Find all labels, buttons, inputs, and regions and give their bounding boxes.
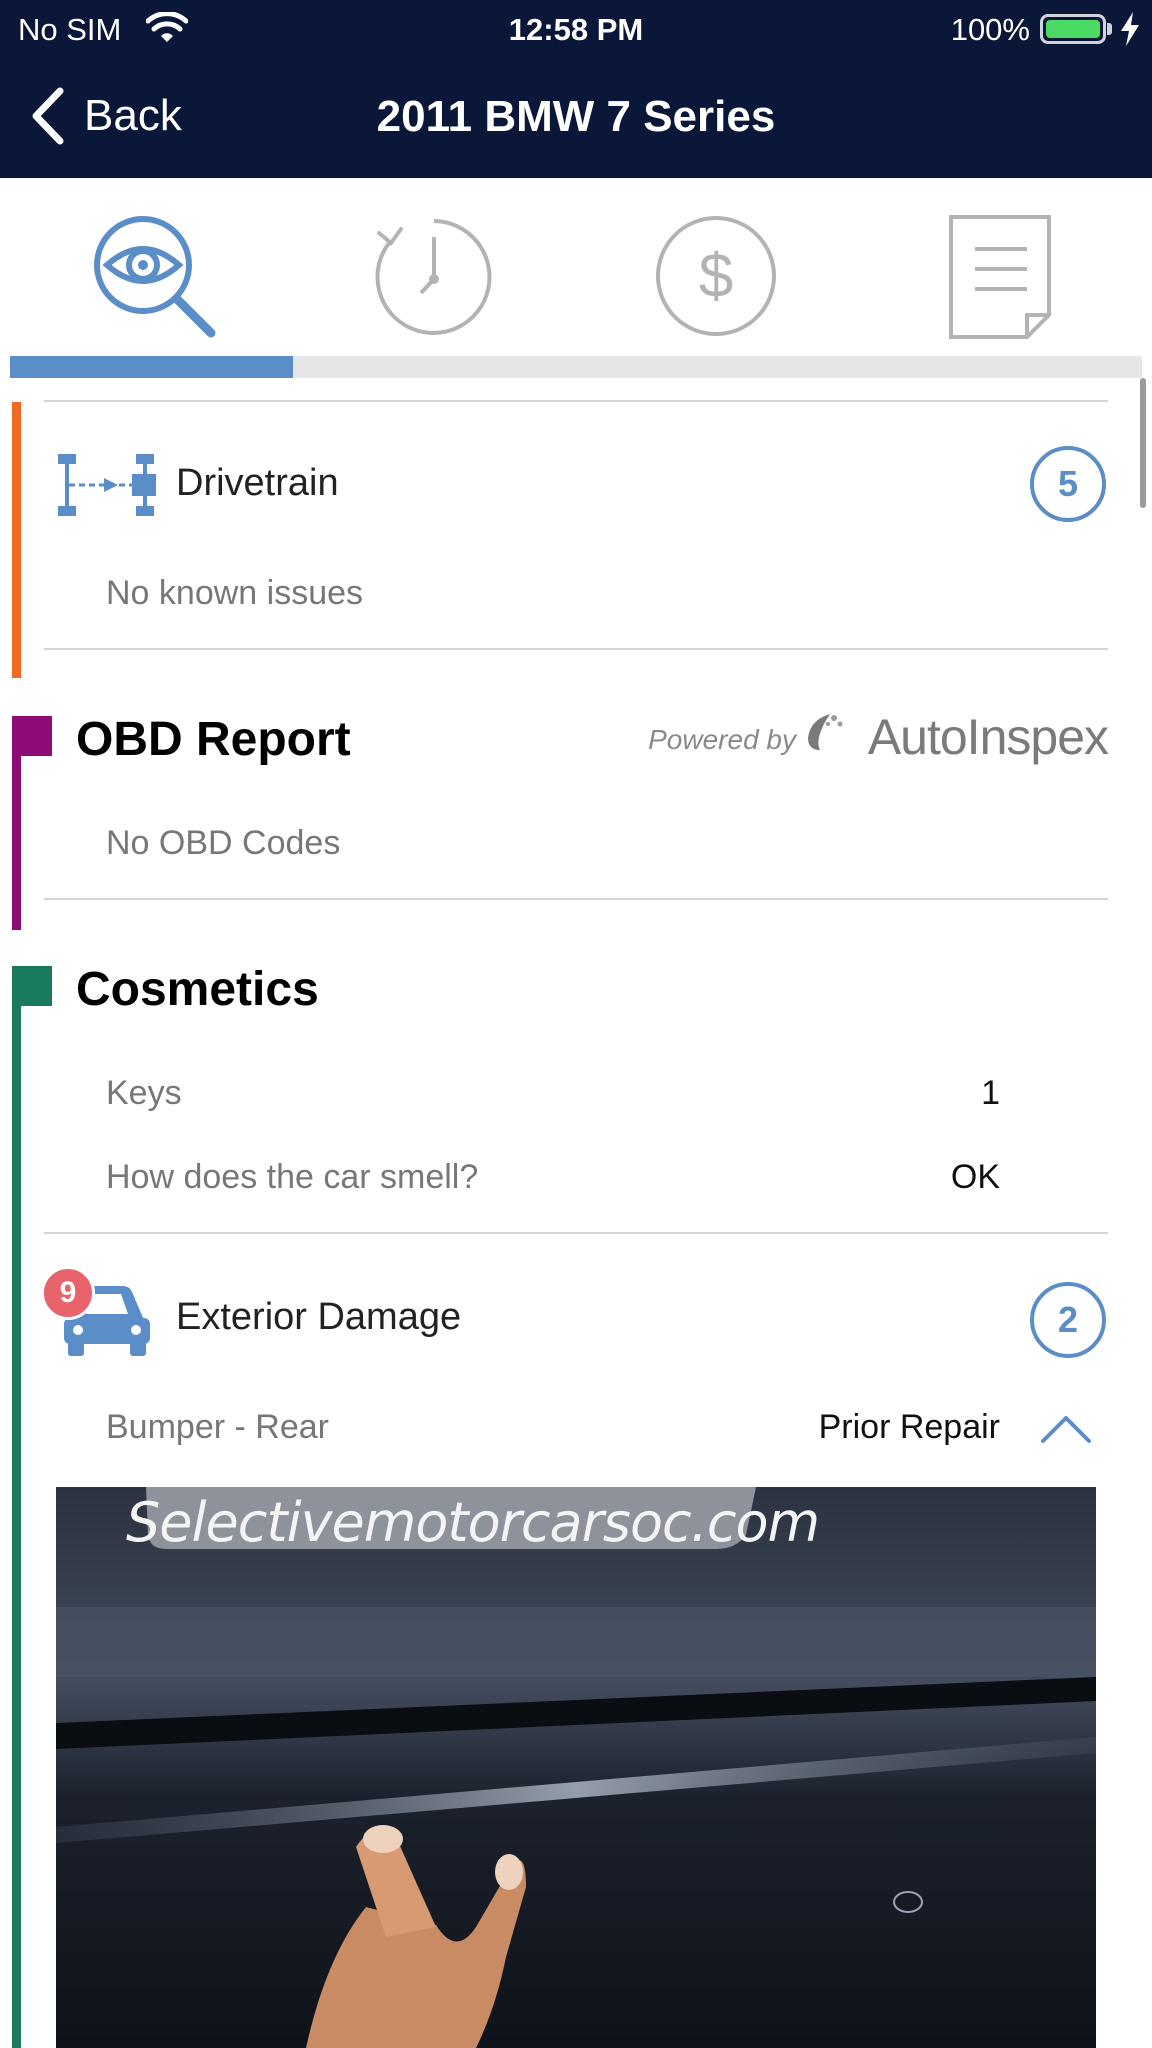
- eye-search-icon: [94, 216, 216, 338]
- keys-label: Keys: [106, 1074, 182, 1112]
- top-bar: No SIM 12:58 PM 100% Back 2011 BMW 7 Ser…: [0, 0, 1152, 178]
- battery-icon: [1040, 14, 1106, 44]
- battery-cap: [1107, 23, 1112, 35]
- status-bar: No SIM 12:58 PM 100%: [0, 0, 1152, 58]
- document-icon: [949, 215, 1051, 339]
- dollar-icon: $: [656, 216, 776, 336]
- divider: [44, 898, 1108, 900]
- charging-bolt-icon: [1121, 12, 1139, 46]
- damage-photo[interactable]: Selectivemotorcarsoc.com: [56, 1487, 1096, 2048]
- damage-photo-illustration: [56, 1487, 1096, 2048]
- divider: [44, 648, 1108, 650]
- tab-documents[interactable]: [930, 206, 1070, 346]
- smell-value: OK: [950, 1158, 1000, 1196]
- cosmetics-section-title: Cosmetics: [76, 963, 319, 1016]
- nav-bar: Back 2011 BMW 7 Series: [0, 58, 1152, 178]
- tab-pricing[interactable]: $: [646, 206, 786, 346]
- divider: [44, 1232, 1108, 1234]
- scrollbar[interactable]: [1140, 378, 1146, 508]
- clock-history-icon: [375, 219, 492, 335]
- obd-accent-tab: [12, 716, 52, 756]
- drivetrain-icon: [58, 454, 156, 516]
- battery-percent: 100%: [950, 12, 1030, 47]
- chevron-up-icon[interactable]: [1040, 1414, 1092, 1444]
- drivetrain-status: No known issues: [106, 574, 364, 612]
- tab-bar: $: [0, 178, 1152, 378]
- exterior-damage-title: Exterior Damage: [176, 1296, 462, 1338]
- progress-fill: [10, 356, 293, 378]
- autoinspex-brand: AutoInspex: [867, 709, 1109, 765]
- divider: [44, 400, 1108, 402]
- smell-label: How does the car smell?: [106, 1158, 479, 1196]
- drivetrain-accent-bar: [12, 402, 21, 678]
- license-frame-text: Selectivemotorcarsoc.com: [126, 1491, 820, 1554]
- powered-by-label: Powered by: [648, 724, 796, 755]
- keys-value: 1: [981, 1074, 1000, 1112]
- autoinspex-logo-icon: [808, 714, 843, 750]
- damage-count-badge: 9: [41, 1266, 95, 1320]
- obd-status: No OBD Codes: [106, 824, 341, 862]
- page-title: 2011 BMW 7 Series: [376, 92, 776, 141]
- damage-item-label: Bumper - Rear: [106, 1408, 329, 1446]
- svg-text:$: $: [699, 242, 733, 311]
- cosmetics-accent-bar: [12, 966, 21, 2048]
- drivetrain-title: Drivetrain: [176, 462, 339, 504]
- tab-history[interactable]: [364, 206, 504, 346]
- tab-inspection[interactable]: [84, 206, 224, 346]
- damage-item-value: Prior Repair: [818, 1408, 1000, 1446]
- cosmetics-accent-tab: [12, 966, 52, 1006]
- obd-section-title: OBD Report: [76, 713, 351, 766]
- drivetrain-count-badge[interactable]: 5: [1030, 446, 1106, 522]
- exterior-damage-count-badge[interactable]: 2: [1030, 1282, 1106, 1358]
